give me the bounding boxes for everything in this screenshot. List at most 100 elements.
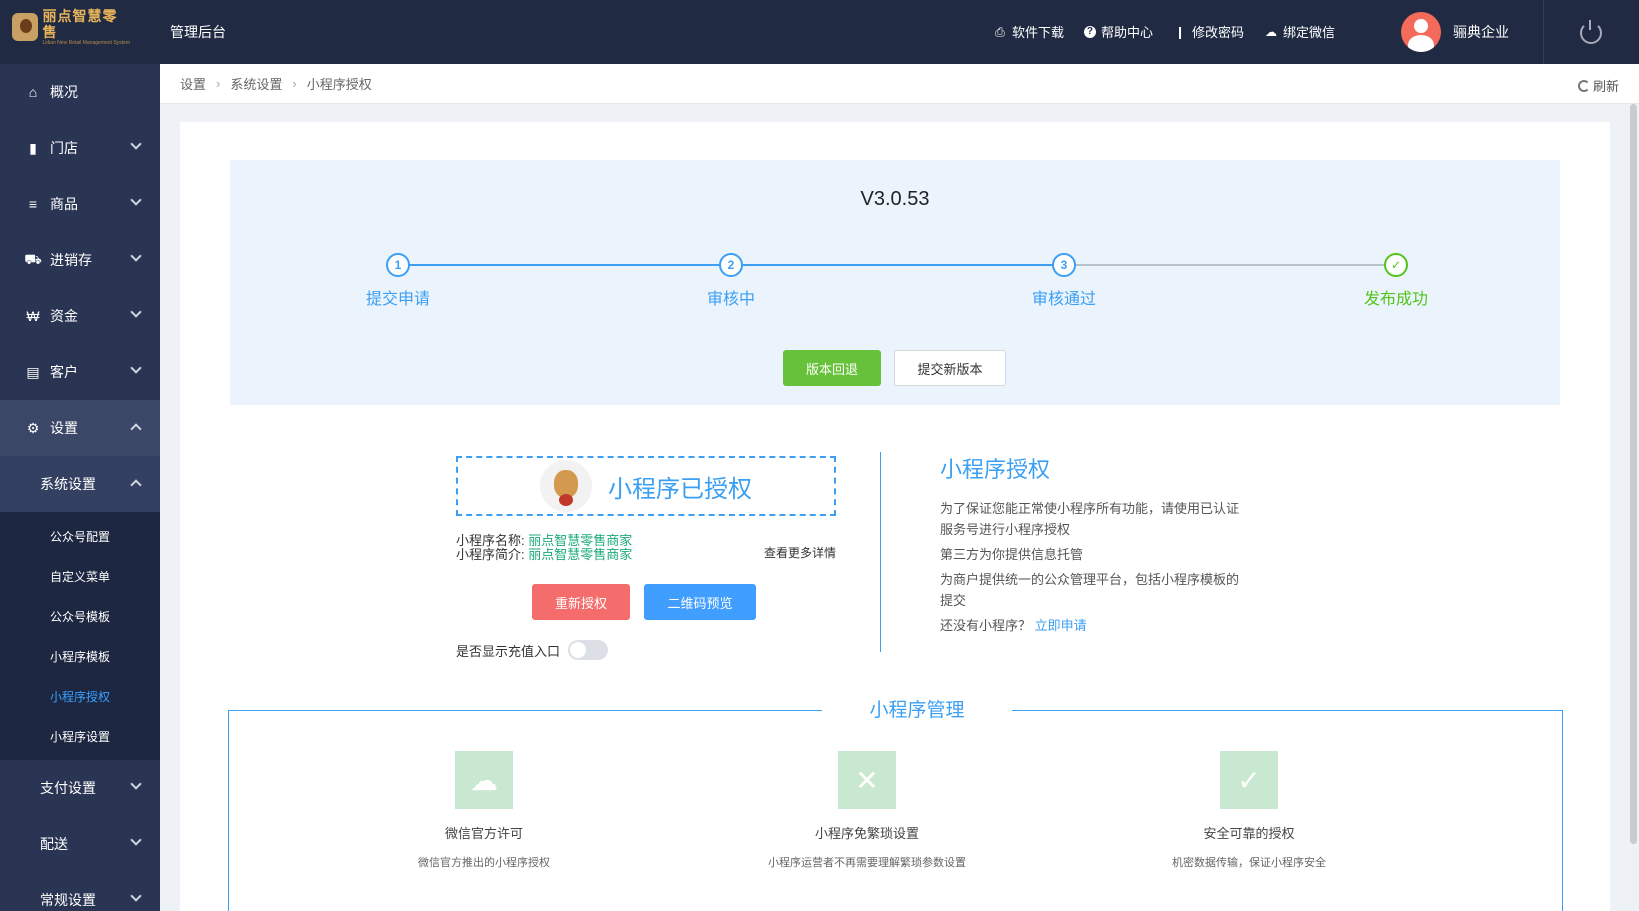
chevron-right-icon: › bbox=[216, 76, 221, 91]
feature-wechat-license: ☁ 微信官方许可 微信官方推出的小程序授权 bbox=[354, 751, 614, 870]
download-icon: ⎙ bbox=[995, 24, 1005, 39]
sidebar-item-system-settings[interactable]: 系统设置 bbox=[0, 456, 160, 512]
version-title: V3.0.53 bbox=[860, 188, 930, 210]
step-number: 1 bbox=[386, 253, 410, 277]
step-label: 提交申请 bbox=[365, 291, 430, 308]
page-scrollbar[interactable] bbox=[1630, 104, 1637, 844]
sidebar-subitem-miniprogram-settings[interactable]: 小程序设置 bbox=[0, 716, 160, 756]
sidebar-item-store[interactable]: ▮ 门店 bbox=[0, 120, 160, 176]
refresh-icon bbox=[1577, 79, 1590, 92]
sidebar-item-label: 常规设置 bbox=[40, 892, 96, 908]
sidebar-item-delivery[interactable]: 配送 bbox=[0, 816, 160, 872]
miniprogram-management: 小程序管理 ☁ 微信官方许可 微信官方推出的小程序授权 ✕ 小程序免繁琐设置 小… bbox=[228, 695, 1563, 911]
breadcrumb: 设置 › 系统设置 › 小程序授权 刷新 bbox=[160, 64, 1639, 104]
breadcrumb-item-system-settings[interactable]: 系统设置 bbox=[230, 74, 282, 93]
sidebar-item-label: 进销存 bbox=[50, 252, 92, 268]
wechat-small-icon: ☁ bbox=[1264, 24, 1277, 39]
sidebar-subitem-miniprogram-template[interactable]: 小程序模板 bbox=[0, 636, 160, 676]
top-bar: 丽点智慧零售 Lidian New Retail Management Syst… bbox=[0, 0, 1639, 64]
step-approved: 3 审核通过 bbox=[1004, 253, 1124, 309]
step-number: 3 bbox=[1052, 253, 1076, 277]
wechat-icon: ☁ bbox=[455, 751, 513, 809]
refresh-button[interactable]: 刷新 bbox=[1577, 76, 1619, 95]
key-icon: ❙ bbox=[1174, 24, 1185, 39]
chevron-down-icon bbox=[130, 778, 142, 790]
sidebar-item-goods[interactable]: ≡ 商品 bbox=[0, 176, 160, 232]
vertical-divider bbox=[880, 452, 881, 652]
submit-new-version-button[interactable]: 提交新版本 bbox=[894, 350, 1006, 386]
bind-wechat-link[interactable]: ☁ 绑定微信 bbox=[1264, 22, 1335, 41]
intro-label: 小程序简介: bbox=[456, 547, 525, 562]
chevron-down-icon bbox=[130, 194, 142, 206]
auth-status-text: 小程序已授权 bbox=[608, 475, 752, 503]
chevron-up-icon bbox=[130, 423, 142, 435]
chevron-down-icon bbox=[130, 138, 142, 150]
sidebar-subitem-miniprogram-auth[interactable]: 小程序授权 bbox=[0, 676, 160, 716]
qr-preview-button[interactable]: 二维码预览 bbox=[644, 584, 756, 620]
feature-desc: 微信官方推出的小程序授权 bbox=[418, 857, 550, 869]
step-label: 审核中 bbox=[706, 291, 755, 308]
sidebar-item-label: 配送 bbox=[40, 836, 68, 852]
software-download-link[interactable]: ⎙ 软件下载 bbox=[993, 22, 1064, 41]
miniprogram-info: 小程序名称: 丽点智慧零售商家 小程序简介: 丽点智慧零售商家 查看更多详情 bbox=[456, 534, 836, 562]
feature-secure-auth: ✓ 安全可靠的授权 机密数据传输，保证小程序安全 bbox=[1119, 751, 1379, 870]
logo-text: 丽点智慧零售 Lidian New Retail Management Syst… bbox=[42, 8, 130, 47]
miniprogram-avatar bbox=[540, 460, 592, 512]
sidebar-item-customers[interactable]: ▤ 客户 bbox=[0, 344, 160, 400]
user-menu[interactable]: 骊典企业 bbox=[1401, 12, 1509, 52]
feature-desc: 机密数据传输，保证小程序安全 bbox=[1172, 857, 1326, 869]
chevron-right-icon: › bbox=[292, 76, 297, 91]
brand-logo[interactable]: 丽点智慧零售 Lidian New Retail Management Syst… bbox=[12, 8, 130, 46]
logo-mascot-icon bbox=[12, 13, 39, 41]
brand-name: 丽点智慧零售 bbox=[42, 7, 118, 40]
auth-status-card: 小程序已授权 bbox=[456, 456, 836, 516]
header-divider bbox=[1543, 0, 1544, 64]
intro-value: 丽点智慧零售商家 bbox=[528, 547, 633, 562]
currency-icon: ₩ bbox=[26, 308, 40, 324]
feature-easy-setup: ✕ 小程序免繁琐设置 小程序运营者不再需要理解繁琐参数设置 bbox=[737, 751, 997, 870]
help-center-link[interactable]: ? 帮助中心 bbox=[1083, 22, 1153, 41]
recharge-toggle[interactable] bbox=[568, 640, 609, 660]
change-password-link[interactable]: ❙ 修改密码 bbox=[1173, 22, 1244, 41]
sidebar-subitem-official-account-template[interactable]: 公众号模板 bbox=[0, 596, 160, 636]
reauthorize-button[interactable]: 重新授权 bbox=[532, 584, 630, 620]
gear-icon: ⚙ bbox=[26, 419, 40, 436]
step-number: 2 bbox=[719, 253, 743, 277]
chevron-down-icon bbox=[130, 362, 142, 374]
sidebar-subitem-custom-menu[interactable]: 自定义菜单 bbox=[0, 556, 160, 596]
sidebar-item-inventory[interactable]: ⛟ 进销存 bbox=[0, 232, 160, 288]
version-progress-box: V3.0.53 1 提交申请 2 审核中 3 审核通过 ✓ 发布成功 版本回退 … bbox=[230, 160, 1560, 405]
sidebar-item-overview[interactable]: ⌂ 概况 bbox=[0, 64, 160, 120]
chevron-down-icon bbox=[130, 306, 142, 318]
id-card-icon: ▤ bbox=[26, 363, 40, 380]
sidebar-item-payment-settings[interactable]: 支付设置 bbox=[0, 760, 160, 816]
sidebar-item-funds[interactable]: ₩ 资金 bbox=[0, 288, 160, 344]
list-icon: ≡ bbox=[28, 196, 38, 212]
name-label: 小程序名称: bbox=[456, 533, 525, 548]
step-submit: 1 提交申请 bbox=[338, 253, 458, 309]
power-icon[interactable] bbox=[1580, 20, 1602, 44]
name-value: 丽点智慧零售商家 bbox=[528, 533, 633, 548]
recharge-toggle-row: 是否显示充值入口 bbox=[456, 640, 609, 660]
breadcrumb-item-settings[interactable]: 设置 bbox=[180, 74, 206, 93]
sidebar-item-settings[interactable]: ⚙ 设置 bbox=[0, 400, 160, 456]
sidebar-subitem-official-account-config[interactable]: 公众号配置 bbox=[0, 516, 160, 556]
avatar bbox=[1401, 12, 1441, 52]
sidebar-item-label: 资金 bbox=[50, 308, 78, 324]
recharge-toggle-label: 是否显示充值入口 bbox=[456, 643, 561, 659]
more-details-link[interactable]: 查看更多详情 bbox=[764, 546, 836, 560]
chevron-down-icon bbox=[130, 890, 142, 902]
chevron-down-icon bbox=[130, 250, 142, 262]
feature-name: 安全可靠的授权 bbox=[1203, 826, 1295, 841]
store-icon: ▮ bbox=[29, 139, 37, 156]
auth-info-apply: 还没有小程序？ 立即申请 bbox=[940, 615, 1240, 636]
chevron-down-icon bbox=[130, 834, 142, 846]
sidebar-item-label: 商品 bbox=[50, 196, 78, 212]
version-rollback-button[interactable]: 版本回退 bbox=[783, 350, 881, 386]
refresh-label: 刷新 bbox=[1592, 79, 1619, 94]
apply-now-link[interactable]: 立即申请 bbox=[1035, 618, 1087, 633]
apply-prefix: 还没有小程序？ bbox=[940, 618, 1032, 633]
sidebar-item-general-settings[interactable]: 常规设置 bbox=[0, 872, 160, 911]
user-name: 骊典企业 bbox=[1453, 24, 1509, 40]
admin-title: 管理后台 bbox=[170, 24, 226, 40]
